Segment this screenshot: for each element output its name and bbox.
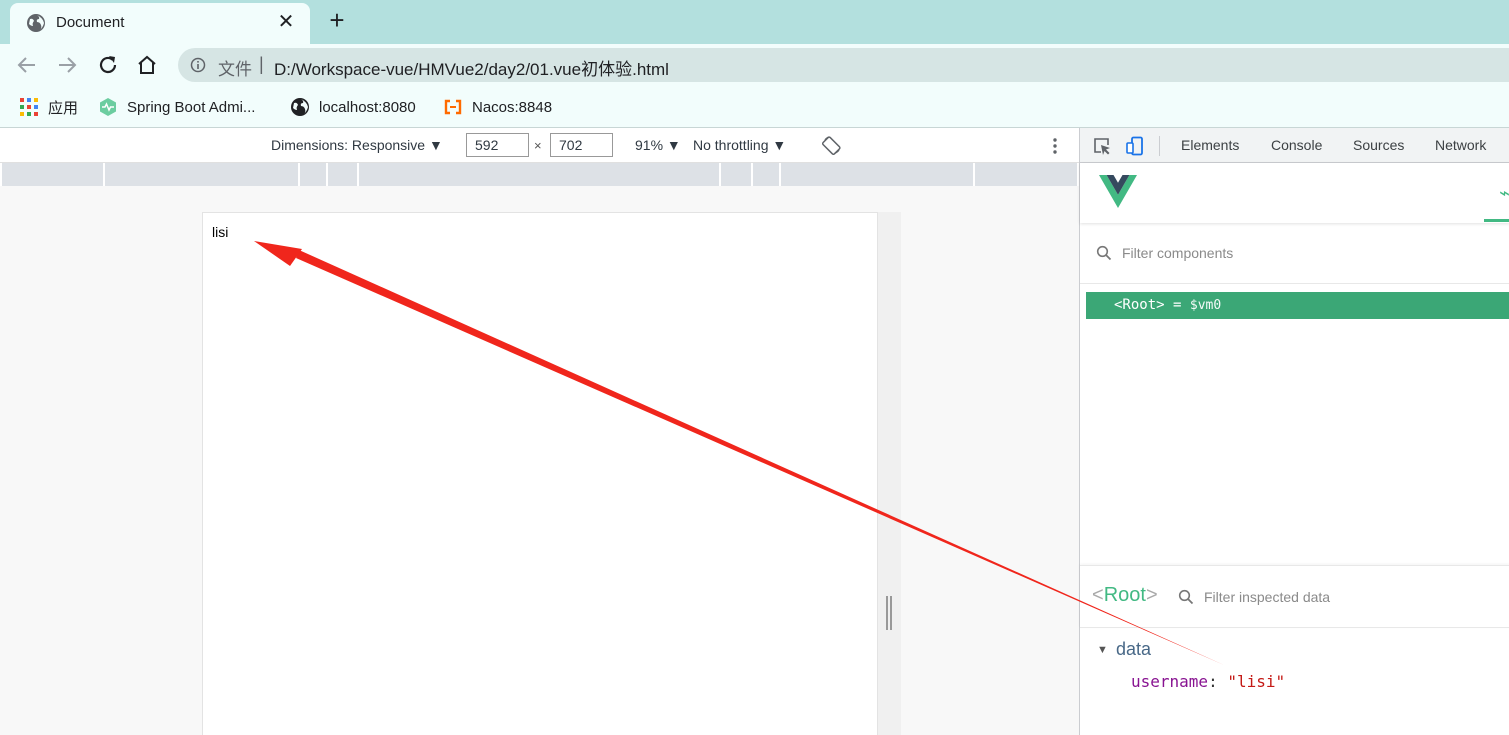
components-tab-icon[interactable]: ⌁ xyxy=(1499,183,1509,204)
root-vm-ref: $vm0 xyxy=(1189,298,1222,313)
scheme-label: 文件 xyxy=(218,60,252,79)
property-value[interactable]: "lisi" xyxy=(1227,672,1285,691)
bookmarks-bar: 应用 Spring Boot Admi... localhost:8080 Na… xyxy=(0,86,1509,128)
rotate-icon[interactable] xyxy=(822,135,842,155)
browser-tab[interactable]: Document ✕ xyxy=(10,3,310,44)
inspector-header: <Root> Filter inspected data xyxy=(1080,565,1509,628)
bookmark-apps[interactable]: 应用 xyxy=(19,96,78,118)
url-text: D:/Workspace-vue/HMVue2/day2/01.vue初体验.h… xyxy=(274,60,669,79)
active-tab-indicator xyxy=(1484,219,1509,222)
data-property-row[interactable]: username: "lisi" xyxy=(1131,672,1285,691)
root-component-label: <Root> xyxy=(1114,297,1165,313)
search-icon xyxy=(1178,589,1194,605)
forward-icon[interactable] xyxy=(55,53,79,77)
data-section-label[interactable]: data xyxy=(1116,639,1151,660)
filter-components-bar[interactable]: Filter components xyxy=(1080,224,1509,284)
caret-down-icon[interactable]: ▼ xyxy=(1097,644,1108,656)
ruler-tick xyxy=(719,163,721,186)
device-toggle-icon[interactable] xyxy=(1125,136,1145,156)
viewport-height-input[interactable]: 702 xyxy=(550,133,613,157)
inspect-element-icon[interactable] xyxy=(1092,136,1112,156)
bookmark-localhost[interactable]: localhost:8080 xyxy=(290,96,416,118)
ruler-tick xyxy=(326,163,328,186)
tab-elements[interactable]: Elements xyxy=(1181,137,1239,153)
page-text: lisi xyxy=(212,224,229,240)
address-bar[interactable]: 文件 | D:/Workspace-vue/HMVue2/day2/01.vue… xyxy=(178,48,1509,82)
browser-window: Document ✕ + 文件 | D:/Workspace-vue/HMVue… xyxy=(0,0,1509,735)
tab-console[interactable]: Console xyxy=(1271,137,1322,153)
devtools-tabbar: Elements Console Sources Network xyxy=(1080,128,1509,163)
globe-icon xyxy=(27,14,45,32)
filter-components-input[interactable]: Filter components xyxy=(1122,245,1233,261)
zoom-dropdown[interactable]: 91% ▼ xyxy=(635,137,681,153)
property-key: username xyxy=(1131,672,1209,691)
bookmark-label: Spring Boot Admi... xyxy=(127,98,256,116)
page-scrollbar[interactable] xyxy=(878,212,901,735)
spring-boot-admin-icon xyxy=(100,98,116,116)
apps-grid-icon xyxy=(20,98,38,116)
root-assign: = xyxy=(1164,297,1190,313)
search-icon xyxy=(1096,245,1112,261)
ruler-tick xyxy=(298,163,300,186)
throttling-dropdown[interactable]: No throttling ▼ xyxy=(693,137,786,153)
device-toolbar: Dimensions: Responsive ▼ 592 × 702 91% ▼… xyxy=(0,128,1079,163)
globe-icon xyxy=(291,98,309,116)
device-viewport-area: lisi xyxy=(0,186,1079,735)
back-icon[interactable] xyxy=(15,53,39,77)
devtools-panel: Elements Console Sources Network ⌁ Filte… xyxy=(1079,128,1509,735)
data-section: ▼ data username: "lisi" xyxy=(1080,628,1509,735)
vue-logo-icon xyxy=(1099,175,1137,208)
close-tab-icon[interactable]: ✕ xyxy=(274,10,298,34)
tab-network[interactable]: Network xyxy=(1435,137,1486,153)
scheme-separator: | xyxy=(259,54,264,74)
bookmark-nacos[interactable]: Nacos:8848 xyxy=(443,96,552,118)
home-icon[interactable] xyxy=(135,53,159,77)
bookmark-label: 应用 xyxy=(48,99,79,117)
emulated-page: lisi xyxy=(202,212,878,735)
viewport-width-input[interactable]: 592 xyxy=(466,133,529,157)
bookmark-label: localhost:8080 xyxy=(319,98,416,116)
media-query-ruler[interactable] xyxy=(2,163,1077,186)
ruler-tick xyxy=(103,163,105,186)
ruler-tick xyxy=(751,163,753,186)
dimensions-dropdown[interactable]: Dimensions: Responsive ▼ xyxy=(271,137,443,153)
tab-title: Document xyxy=(56,14,125,31)
reload-icon[interactable] xyxy=(96,53,120,77)
vue-devtools-header: ⌁ xyxy=(1080,163,1509,223)
tabbar-divider xyxy=(1159,136,1160,156)
new-tab-icon[interactable]: + xyxy=(325,7,349,33)
viewport-resize-handle[interactable] xyxy=(886,596,892,630)
ruler-tick xyxy=(779,163,781,186)
aliyun-icon xyxy=(444,99,462,115)
tab-strip: Document ✕ + xyxy=(0,0,1509,44)
more-options-icon[interactable] xyxy=(1047,136,1063,156)
component-tree-root-row[interactable]: <Root> = $vm0 xyxy=(1086,292,1509,319)
filter-inspected-data-input[interactable]: Filter inspected data xyxy=(1204,589,1330,605)
tab-sources[interactable]: Sources xyxy=(1353,137,1404,153)
bookmark-spring-boot-admin[interactable]: Spring Boot Admi... xyxy=(98,96,255,118)
browser-toolbar: 文件 | D:/Workspace-vue/HMVue2/day2/01.vue… xyxy=(0,44,1509,86)
dimension-times: × xyxy=(534,138,542,153)
inspected-component-name: <Root> xyxy=(1092,584,1158,606)
property-colon: : xyxy=(1208,672,1228,691)
bookmark-label: Nacos:8848 xyxy=(472,98,553,116)
ruler-tick xyxy=(357,163,359,186)
ruler-tick xyxy=(973,163,975,186)
info-icon[interactable] xyxy=(190,57,206,73)
